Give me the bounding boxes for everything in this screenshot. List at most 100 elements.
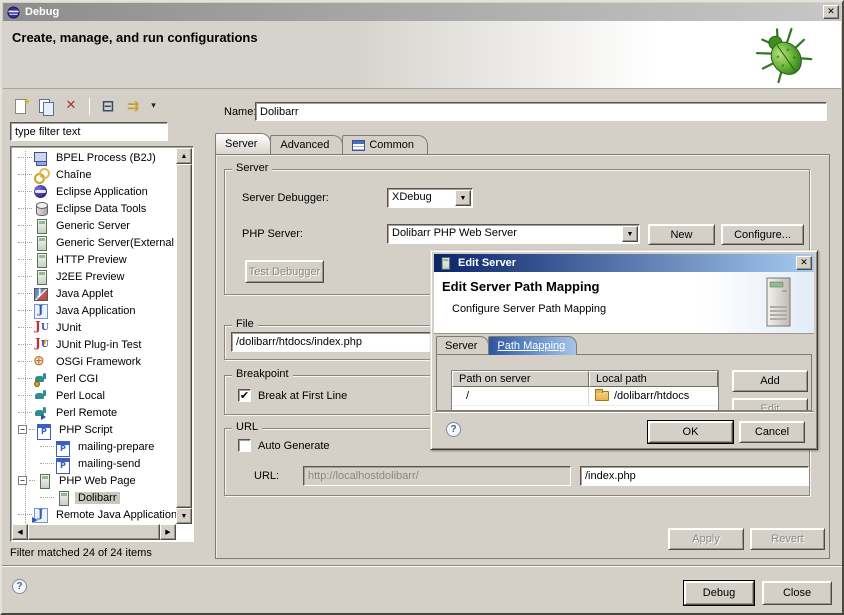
tab-common[interactable]: Common — [342, 135, 428, 154]
tree-item-label: Perl CGI — [53, 373, 101, 385]
tree-item-label: Java Applet — [53, 288, 116, 300]
window-titlebar[interactable]: Debug — [3, 3, 841, 21]
collapse-toggle[interactable]: − — [18, 476, 27, 485]
perl-remote-icon — [33, 405, 49, 421]
tree-guide — [18, 412, 32, 413]
tree-item-label: Generic Server(External La — [53, 237, 176, 249]
break-first-line-label: Break at First Line — [258, 390, 347, 402]
delete-icon[interactable]: ✕ — [61, 96, 81, 116]
tree-item-remote-java-application[interactable]: Remote Java Application — [13, 506, 176, 523]
tree-item-http-preview[interactable]: HTTP Preview — [13, 251, 176, 268]
horizontal-scroll-thumb[interactable] — [28, 524, 160, 540]
tree-item-generic-server-external-la[interactable]: Generic Server(External La — [13, 234, 176, 251]
dialog-tab-path-mapping[interactable]: Path Mapping — [488, 336, 577, 355]
name-label: Name: — [224, 106, 256, 118]
tree-item-cha-ne[interactable]: Chaîne — [13, 166, 176, 183]
file-group-legend: File — [232, 318, 258, 330]
collapse-toggle[interactable]: − — [18, 425, 27, 434]
tree-item-php-web-page[interactable]: −PHP Web Page — [13, 472, 176, 489]
tree-item-label: HTTP Preview — [53, 254, 130, 266]
duplicate-icon[interactable] — [36, 96, 56, 116]
add-mapping-button[interactable]: Add — [732, 370, 808, 392]
path-mapping-row[interactable]: //dolibarr/htdocs — [452, 387, 718, 405]
edit-server-close-button[interactable]: ✕ — [796, 256, 812, 270]
new-server-button[interactable]: New — [648, 224, 715, 245]
tab-advanced[interactable]: Advanced — [270, 135, 343, 154]
filter-input[interactable] — [10, 122, 168, 141]
configure-button[interactable]: Configure... — [721, 224, 804, 245]
edit-mapping-button[interactable]: Edit — [732, 398, 808, 411]
tree-item-php-script[interactable]: −PHP Script — [13, 421, 176, 438]
scroll-right-button[interactable]: ▶ — [160, 524, 176, 540]
tree-item-label: Remote Java Application — [53, 509, 176, 521]
tree-item-junit[interactable]: JUnit — [13, 319, 176, 336]
config-tree: BPEL Process (B2J)ChaîneEclipse Applicat… — [10, 146, 194, 542]
edit-server-tabs: ServerPath Mapping — [436, 335, 576, 355]
local-path-cell: /dolibarr/htdocs — [589, 390, 718, 402]
chain-icon — [33, 167, 49, 183]
url-group-legend: URL — [232, 421, 262, 433]
tab-label: Common — [369, 136, 414, 154]
combo-arrow-icon[interactable] — [455, 190, 471, 206]
scroll-down-button[interactable]: ▼ — [176, 508, 192, 524]
column-header-path-on-server[interactable]: Path on server — [452, 371, 589, 387]
tree-item-label: Perl Local — [53, 390, 108, 402]
tree-item-eclipse-data-tools[interactable]: Eclipse Data Tools — [13, 200, 176, 217]
tree-item-bpel-process-b2j[interactable]: BPEL Process (B2J) — [13, 149, 176, 166]
menu-dropdown-icon[interactable]: ▾ — [148, 96, 159, 116]
url-base-input[interactable] — [303, 466, 571, 486]
server-group-legend: Server — [232, 162, 272, 174]
tree-item-j2ee-preview[interactable]: J2EE Preview — [13, 268, 176, 285]
junit-plugin-icon — [33, 337, 49, 353]
tree-item-osgi-framework[interactable]: OSGi Framework — [13, 353, 176, 370]
tree-item-mailing-send[interactable]: mailing-send — [13, 455, 176, 472]
vertical-scroll-thumb[interactable] — [176, 164, 192, 508]
tree-horizontal-scrollbar[interactable]: ◀ ▶ — [12, 524, 176, 540]
edit-server-subheading: Configure Server Path Mapping — [452, 303, 606, 315]
column-header-local-path[interactable]: Local path — [589, 371, 718, 387]
tree-guide — [18, 514, 32, 515]
php-icon — [55, 456, 71, 472]
revert-button[interactable]: Revert — [750, 528, 825, 550]
scroll-up-button[interactable]: ▲ — [176, 148, 192, 164]
edit-server-titlebar[interactable]: Edit Server — [434, 254, 814, 272]
url-path-input[interactable] — [580, 466, 809, 486]
name-input[interactable] — [255, 102, 827, 121]
tree-vertical-scrollbar[interactable]: ▲ ▼ — [176, 148, 192, 524]
tree-item-eclipse-application[interactable]: Eclipse Application — [13, 183, 176, 200]
help-button[interactable]: ? — [12, 579, 27, 594]
edit-server-dialog: Edit Server ✕ Edit Server Path Mapping C… — [430, 250, 818, 450]
eclipse-icon — [7, 6, 20, 19]
filter-icon[interactable]: ⇉ — [123, 96, 143, 116]
close-button[interactable]: Close — [762, 581, 832, 605]
tree-item-perl-local[interactable]: Perl Local — [13, 387, 176, 404]
tree-item-perl-remote[interactable]: Perl Remote — [13, 404, 176, 421]
server-debugger-select[interactable]: XDebug — [387, 188, 473, 208]
tree-item-junit-plug-in-test[interactable]: JUnit Plug-in Test — [13, 336, 176, 353]
apply-button[interactable]: Apply — [668, 528, 744, 550]
tree-item-java-application[interactable]: Java Application — [13, 302, 176, 319]
scroll-left-button[interactable]: ◀ — [12, 524, 28, 540]
tree-guide — [18, 395, 32, 396]
php-server-select[interactable]: Dolibarr PHP Web Server — [387, 224, 640, 244]
tree-item-java-applet[interactable]: Java Applet — [13, 285, 176, 302]
debug-button[interactable]: Debug — [684, 581, 754, 605]
cancel-button[interactable]: Cancel — [739, 421, 805, 443]
combo-arrow-icon[interactable] — [622, 226, 638, 242]
tab-server[interactable]: Server — [215, 133, 271, 154]
tree-item-dolibarr[interactable]: Dolibarr — [13, 489, 176, 506]
break-first-line-checkbox[interactable]: ✔ — [238, 389, 251, 402]
tree-item-generic-server[interactable]: Generic Server — [13, 217, 176, 234]
ok-button[interactable]: OK — [648, 421, 733, 443]
tree-item-mailing-prepare[interactable]: mailing-prepare — [13, 438, 176, 455]
collapse-all-icon[interactable]: ⊟ — [98, 96, 118, 116]
auto-generate-checkbox[interactable] — [238, 439, 251, 452]
path-on-server-cell: / — [452, 387, 589, 405]
dialog-tab-server[interactable]: Server — [436, 336, 489, 355]
window-close-button[interactable]: ✕ — [823, 5, 839, 19]
tree-guide — [18, 327, 32, 328]
tree-item-perl-cgi[interactable]: Perl CGI — [13, 370, 176, 387]
dialog-help-button[interactable]: ? — [446, 422, 461, 437]
new-config-icon[interactable] — [11, 96, 31, 116]
test-debugger-button[interactable]: Test Debugger — [245, 260, 324, 283]
